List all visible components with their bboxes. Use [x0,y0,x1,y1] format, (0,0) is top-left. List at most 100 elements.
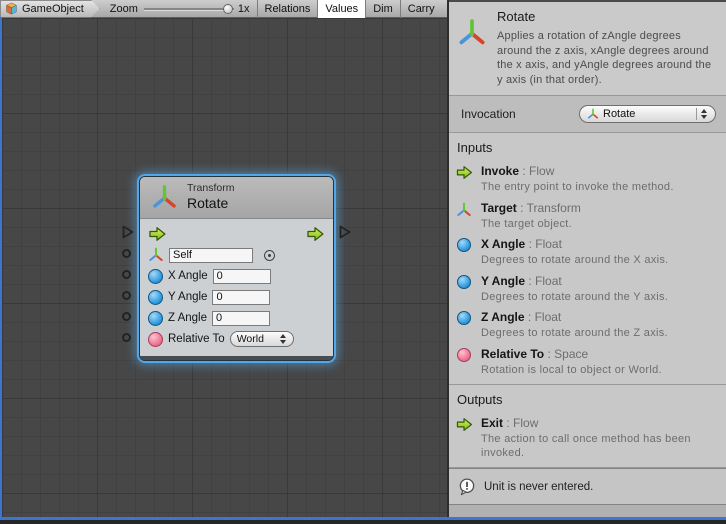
inspector-header: Rotate Applies a rotation of zAngle degr… [449,2,726,96]
z-angle-label: Z Angle [168,312,207,324]
item-name: Target [481,201,517,215]
x-angle-input[interactable] [213,269,271,284]
blue-port-icon [457,311,471,325]
zoom-label: Zoom [110,3,138,15]
y-angle-input[interactable] [212,290,270,305]
pink-port-icon [457,348,471,362]
input-item-y-angle: Y AngleFloat Degrees to rotate around th… [449,272,726,309]
item-type: Float [525,310,562,324]
relations-button[interactable]: Relations [257,0,318,18]
inputs-header: Inputs [449,140,726,162]
zoom-slider-track [144,8,234,10]
rotate-node[interactable]: Transform Rotate X Angle [140,177,333,360]
item-name: Relative To [481,347,544,361]
panel-divider[interactable] [447,0,449,517]
zoom-slider-knob[interactable] [223,4,233,14]
blue-port-icon[interactable] [148,311,163,326]
z-angle-row: Z Angle [148,308,325,328]
z-angle-input[interactable] [212,311,270,326]
toolbar-toggles: Relations Values Dim Carry [257,0,448,18]
item-description: Rotation is local to object or World. [481,364,662,378]
popup-arrows-icon [280,334,287,344]
transform-axes-icon [151,184,178,211]
item-description: Degrees to rotate around the Y axis. [481,291,668,305]
input-item-invoke: InvokeFlow The entry point to invoke the… [449,162,726,199]
inspector-description: Applies a rotation of zAngle degrees aro… [497,29,712,87]
outputs-section: Outputs ExitFlow The action to call once… [449,385,726,468]
breadcrumb-gameobject[interactable]: GameObject [0,0,100,18]
item-name: Invoke [481,164,519,178]
item-type: Transform [517,201,581,215]
relative-to-value: World [237,333,276,345]
graph-toolbar: GameObject Zoom 1x Relations Values Dim … [0,0,447,18]
node-category: Transform [187,182,234,195]
item-type: Flow [519,164,554,178]
item-name: Y Angle [481,274,525,288]
blue-port-icon [457,238,471,252]
outputs-header: Outputs [449,392,726,414]
relative-to-port[interactable] [122,333,131,342]
object-picker-icon[interactable] [264,250,275,261]
relative-to-row: Relative To World [148,329,325,349]
relative-to-dropdown[interactable]: World [230,331,294,347]
inspector-panel: Rotate Applies a rotation of zAngle degr… [449,0,726,517]
input-item-target: TargetTransform The target object. [449,199,726,236]
node-header[interactable]: Transform Rotate [140,177,333,219]
relative-to-label: Relative To [168,333,225,345]
blue-port-icon [457,275,471,289]
warning-bar: Unit is never entered. [449,468,726,505]
focus-border-bottom [0,517,726,520]
y-angle-row: Y Angle [148,287,325,307]
y-angle-label: Y Angle [168,291,207,303]
popup-arrows-icon [701,109,708,119]
invocation-dropdown[interactable]: Rotate [579,105,716,123]
y-angle-port[interactable] [122,291,131,300]
dim-button[interactable]: Dim [365,0,400,18]
pink-port-icon[interactable] [148,332,163,347]
transform-axes-icon [457,18,487,48]
invocation-label: Invocation [461,107,516,121]
inspector-title: Rotate [497,9,712,24]
item-type: Float [525,237,562,251]
flow-arrow-icon [456,165,473,180]
target-port[interactable] [122,249,131,258]
item-description: The target object. [481,218,581,232]
transform-axes-icon [587,108,599,120]
item-description: Degrees to rotate around the Z axis. [481,327,668,341]
item-name: Exit [481,416,503,430]
item-name: X Angle [481,237,525,251]
item-type: Space [544,347,588,361]
x-angle-port[interactable] [122,270,131,279]
bolt-graph-window: GameObject Zoom 1x Relations Values Dim … [0,0,726,524]
graph-canvas[interactable]: Transform Rotate X Angle [2,18,447,517]
item-type: Float [525,274,562,288]
invocation-value: Rotate [603,108,692,120]
item-description: The entry point to invoke the method. [481,181,674,195]
carry-button[interactable]: Carry [400,0,442,18]
flow-input-port[interactable] [122,225,134,239]
x-angle-label: X Angle [168,270,208,282]
zoom-slider[interactable] [144,0,234,18]
x-angle-row: X Angle [148,266,325,286]
flow-in-arrow-icon[interactable] [148,226,167,242]
flow-output-port[interactable] [339,225,351,239]
flow-arrow-icon [456,417,473,432]
warning-text: Unit is never entered. [484,481,593,493]
node-footer [140,356,333,360]
blue-port-icon[interactable] [148,290,163,305]
zoom-value: 1x [238,3,250,15]
inputs-section: Inputs InvokeFlow The entry point to inv… [449,133,726,385]
input-item-x-angle: X AngleFloat Degrees to rotate around th… [449,235,726,272]
input-item-relative-to: Relative ToSpace Rotation is local to ob… [449,345,726,382]
input-item-z-angle: Z AngleFloat Degrees to rotate around th… [449,308,726,345]
node-body: X Angle Y Angle Z Angle Relative To [140,219,333,356]
item-name: Z Angle [481,310,525,324]
values-button[interactable]: Values [317,0,365,18]
blue-port-icon[interactable] [148,269,163,284]
self-field[interactable] [169,248,253,263]
gameobject-cube-icon [5,2,18,15]
node-title: Rotate [187,195,234,213]
output-item-exit: ExitFlow The action to call once method … [449,414,726,464]
z-angle-port[interactable] [122,312,131,321]
flow-out-arrow-icon[interactable] [306,226,325,242]
